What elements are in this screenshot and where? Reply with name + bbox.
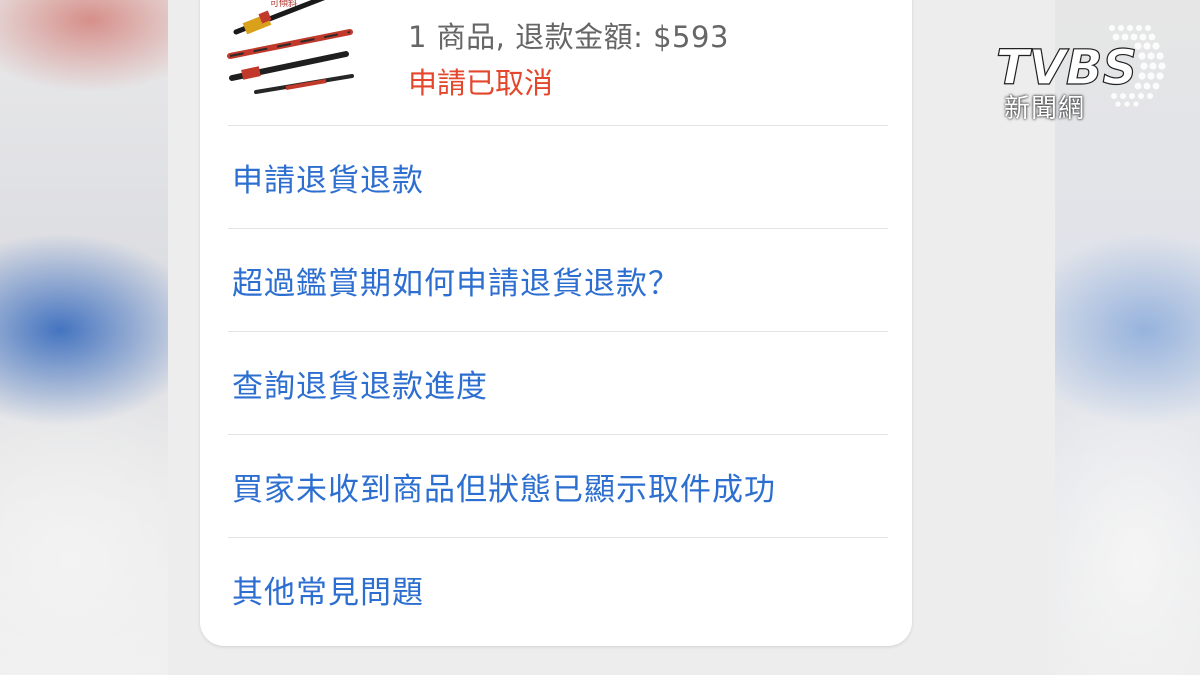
faq-item-label: 查詢退貨退款進度 <box>232 368 488 405</box>
product-summary[interactable]: 可傾斜 1 商品, 退款金額: $593 申請已取消 <box>200 0 912 125</box>
faq-item-return-after-period[interactable]: 超過鑑賞期如何申請退貨退款？ <box>228 228 888 331</box>
faq-item-request-return[interactable]: 申請退貨退款 <box>228 125 888 228</box>
fishing-rod-icon: 可傾斜 <box>226 0 358 98</box>
faq-list: 申請退貨退款 超過鑑賞期如何申請退貨退款？ 查詢退貨退款進度 買家未收到商品但狀… <box>228 125 888 640</box>
faq-item-not-received[interactable]: 買家未收到商品但狀態已顯示取件成功 <box>228 434 888 537</box>
faq-item-return-progress[interactable]: 查詢退貨退款進度 <box>228 331 888 434</box>
faq-item-label: 申請退貨退款 <box>232 162 424 199</box>
return-request-card: 可傾斜 1 商品, 退款金額: $593 申請已取消 申請退貨退款 超過鑑賞期如… <box>200 0 912 646</box>
faq-item-other-questions[interactable]: 其他常見問題 <box>228 537 888 640</box>
faq-item-label: 其他常見問題 <box>232 574 424 611</box>
logo-subtitle: 新聞網 <box>1004 94 1086 124</box>
faq-item-label: 買家未收到商品但狀態已顯示取件成功 <box>232 471 776 508</box>
faq-item-label: 超過鑑賞期如何申請退貨退款？ <box>232 265 680 302</box>
product-thumbnail[interactable]: 可傾斜 <box>226 0 358 98</box>
refund-summary: 1 商品, 退款金額: $593 <box>408 20 729 54</box>
blurred-background-left <box>0 0 168 675</box>
phone-screen: 可傾斜 1 商品, 退款金額: $593 申請已取消 申請退貨退款 超過鑑賞期如… <box>168 0 1055 675</box>
request-status: 申請已取消 <box>408 66 554 100</box>
